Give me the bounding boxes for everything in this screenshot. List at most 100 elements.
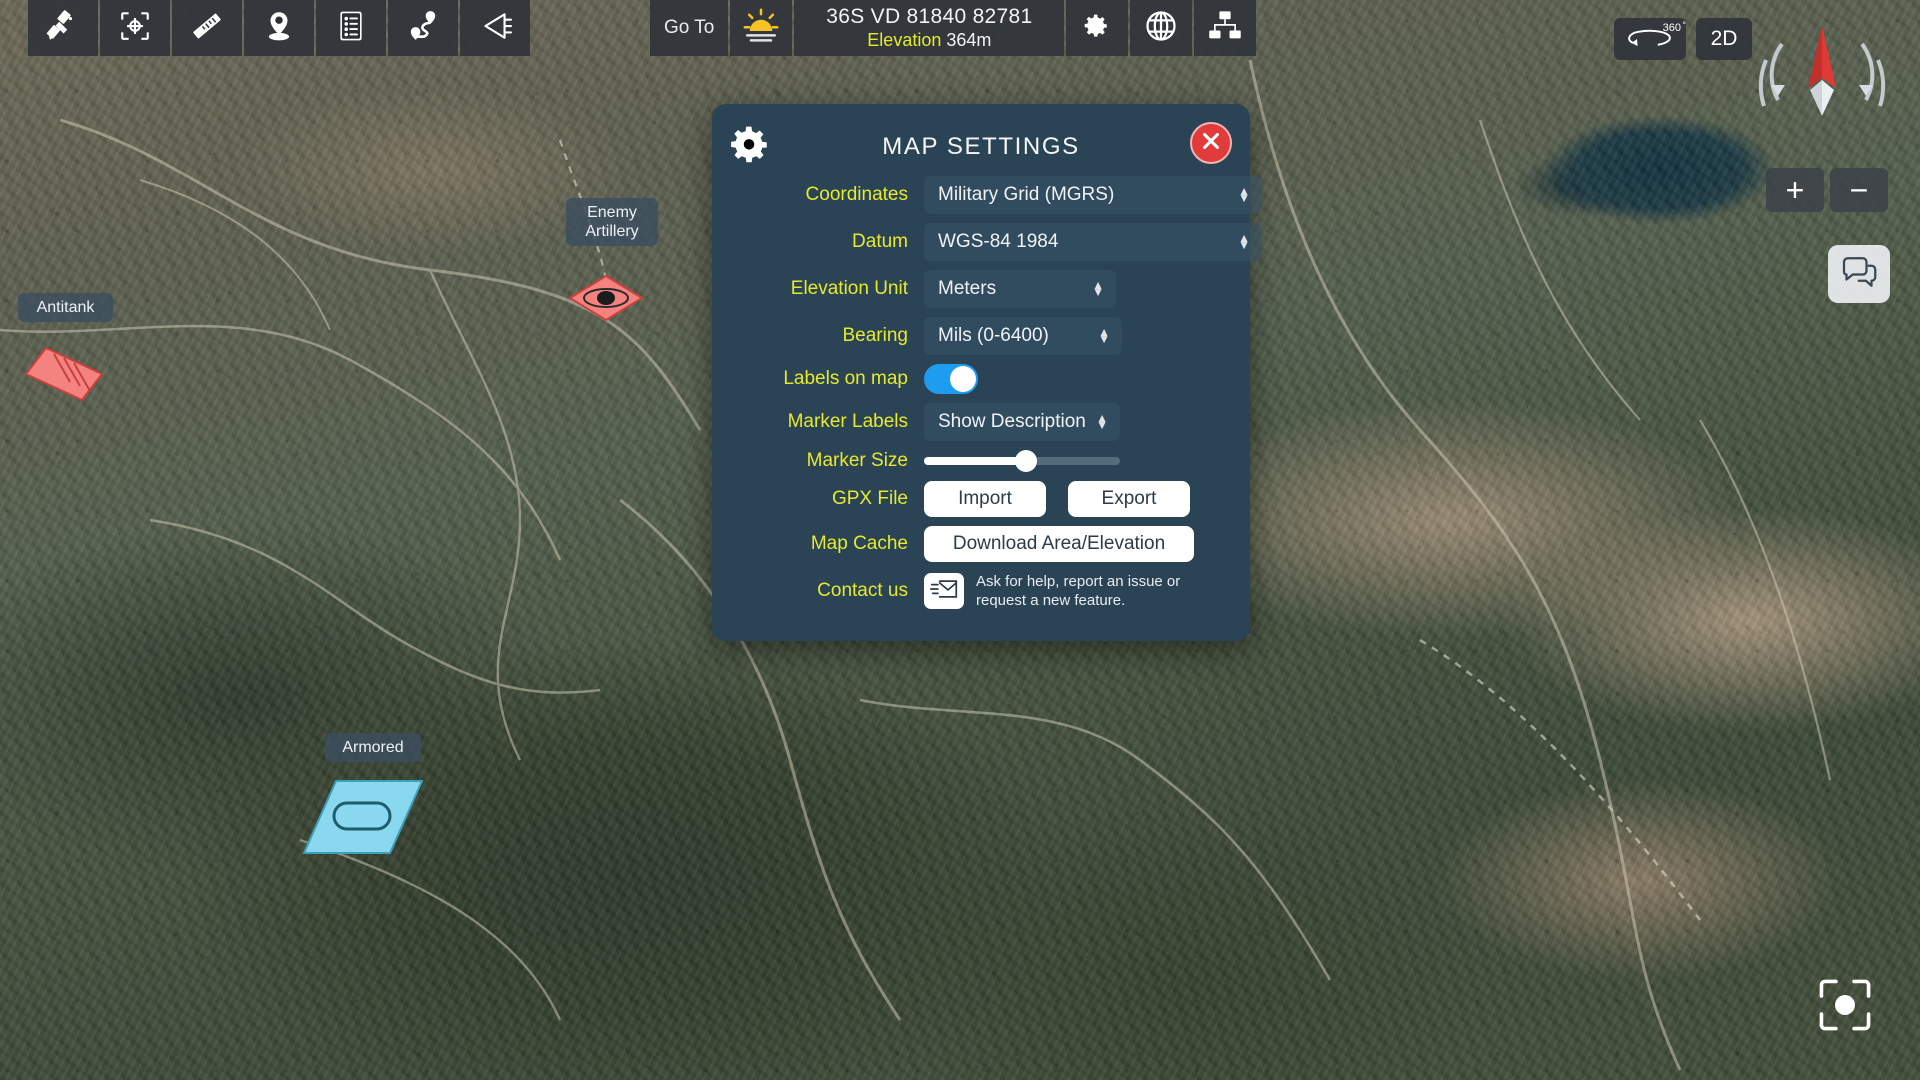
close-icon [1200, 130, 1222, 157]
chevron-updown-icon: ▲ ▼ [1092, 278, 1104, 299]
ruler-tool-button[interactable] [172, 0, 242, 56]
row-elevation-unit: Elevation Unit Meters ▲ ▼ [712, 270, 1250, 308]
map-pin-icon [262, 9, 296, 48]
bearing-select[interactable]: Mils (0-6400) ▲ ▼ [924, 317, 1122, 355]
status-toolbar: Go To 36S VD 81840 82781 Elevation 364m [650, 0, 1257, 56]
row-gpx-file: GPX File Import Export [712, 481, 1250, 517]
target-icon [118, 9, 152, 48]
main-toolbar [28, 0, 530, 56]
map-application: Go To 36S VD 81840 82781 Elevation 364m … [0, 0, 1920, 1080]
coordinate-readout: 36S VD 81840 82781 Elevation 364m [794, 0, 1065, 56]
marker-label-armored[interactable]: Armored [325, 733, 421, 762]
gpx-export-button[interactable]: Export [1068, 481, 1190, 517]
row-marker-labels: Marker Labels Show Description ▲ ▼ [712, 403, 1250, 441]
row-marker-size: Marker Size [712, 450, 1250, 472]
gpx-file-label: GPX File [831, 488, 908, 509]
map-cache-label: Map Cache [810, 533, 908, 554]
elevation-unit-value: Meters [938, 278, 997, 299]
network-button[interactable] [1194, 0, 1257, 56]
datum-value: WGS-84 1984 [938, 231, 1059, 252]
gear-icon [1084, 13, 1110, 44]
bearing-label: Bearing [842, 325, 909, 346]
row-contact-us: Contact us Ask for help, report an issue… [712, 572, 1250, 610]
gpx-import-button[interactable]: Import [924, 481, 1046, 517]
elevation-label: Elevation [867, 30, 942, 50]
toggle-knob [950, 366, 976, 392]
locate-button[interactable] [1814, 974, 1876, 1036]
contact-us-label: Contact us [817, 580, 908, 601]
marker-label-enemy-artillery[interactable]: Enemy Artillery [566, 198, 658, 246]
marker-labels-value: Show Description [938, 411, 1086, 432]
slider-fill [924, 457, 1026, 465]
chevron-updown-icon: ▲ ▼ [1096, 411, 1108, 432]
datum-select[interactable]: WGS-84 1984 ▲ ▼ [924, 223, 1262, 261]
dialog-title: MAP SETTINGS [882, 133, 1080, 160]
settings-button[interactable] [1066, 0, 1129, 56]
chevron-updown-icon: ▲ ▼ [1238, 184, 1250, 205]
locate-target-icon [1819, 979, 1871, 1031]
enemy-artillery-marker[interactable] [566, 272, 646, 324]
viewshed-icon [478, 9, 512, 48]
labels-on-map-label: Labels on map [783, 368, 908, 389]
chat-bubble-icon [1839, 252, 1879, 297]
zoom-out-button[interactable]: − [1830, 168, 1888, 212]
row-bearing: Bearing Mils (0-6400) ▲ ▼ [712, 317, 1250, 355]
chevron-updown-icon: ▲ ▼ [1098, 325, 1110, 346]
coordinates-value: Military Grid (MGRS) [938, 184, 1115, 205]
gear-icon [730, 124, 772, 166]
rotate-360-button[interactable]: 360 ° [1614, 18, 1686, 60]
labels-on-map-toggle[interactable] [924, 364, 978, 394]
contact-us-button[interactable] [924, 573, 964, 609]
chevron-updown-icon: ▲ ▼ [1238, 231, 1250, 252]
elevation-unit-label: Elevation Unit [790, 278, 908, 299]
dialog-header: MAP SETTINGS [712, 118, 1250, 176]
row-map-cache: Map Cache Download Area/Elevation [712, 526, 1250, 562]
download-area-elevation-button[interactable]: Download Area/Elevation [924, 526, 1194, 562]
route-icon [406, 9, 440, 48]
marker-labels-select[interactable]: Show Description ▲ ▼ [924, 403, 1120, 441]
sunrise-icon [741, 6, 781, 51]
target-tool-button[interactable] [100, 0, 170, 56]
coordinates-select[interactable]: Military Grid (MGRS) ▲ ▼ [924, 176, 1262, 214]
zoom-in-button[interactable]: + [1766, 168, 1824, 212]
datum-label: Datum [852, 231, 908, 252]
globe-button[interactable] [1130, 0, 1193, 56]
satellite-tool-button[interactable] [28, 0, 98, 56]
marker-labels-label: Marker Labels [787, 411, 908, 432]
compass-needle-icon [1758, 26, 1886, 116]
ruler-icon [190, 9, 224, 48]
row-coordinates: Coordinates Military Grid (MGRS) ▲ ▼ [712, 176, 1262, 214]
globe-icon [1143, 8, 1179, 49]
mgrs-coordinate-text: 36S VD 81840 82781 [826, 5, 1033, 28]
view-mode-controls: 360 ° 2D [1614, 18, 1752, 60]
elevation-readout: Elevation 364m [867, 30, 991, 51]
slider-knob[interactable] [1014, 450, 1037, 472]
map-pin-tool-button[interactable] [244, 0, 314, 56]
route-tool-button[interactable] [388, 0, 458, 56]
elevation-value: 364m [946, 30, 992, 50]
marker-size-slider[interactable] [924, 450, 1120, 472]
map-settings-dialog: MAP SETTINGS Coordinates Military Grid (… [712, 104, 1262, 641]
list-tool-button[interactable] [316, 0, 386, 56]
rotate-360-label: 360 [1662, 22, 1681, 34]
toggle-2d-button[interactable]: 2D [1696, 18, 1752, 60]
degree-symbol: ° [1682, 20, 1686, 30]
viewshed-tool-button[interactable] [460, 0, 530, 56]
elevation-unit-select[interactable]: Meters ▲ ▼ [924, 270, 1116, 308]
row-datum: Datum WGS-84 1984 ▲ ▼ [712, 223, 1262, 261]
mail-icon [930, 577, 958, 606]
compass-control[interactable] [1752, 10, 1892, 150]
armored-marker[interactable] [300, 775, 426, 859]
network-icon [1207, 8, 1243, 49]
contact-us-description: Ask for help, report an issue or request… [976, 573, 1181, 609]
close-dialog-button[interactable] [1190, 122, 1232, 164]
coordinates-label: Coordinates [805, 184, 908, 205]
goto-button[interactable]: Go To [650, 0, 729, 56]
marker-size-label: Marker Size [806, 450, 908, 471]
marker-label-antitank[interactable]: Antitank [18, 293, 113, 322]
zoom-controls: + − [1766, 168, 1888, 212]
chat-button[interactable] [1828, 245, 1890, 303]
sun-exposure-button[interactable] [730, 0, 793, 56]
antitank-marker[interactable] [20, 342, 108, 406]
list-icon [334, 9, 368, 48]
